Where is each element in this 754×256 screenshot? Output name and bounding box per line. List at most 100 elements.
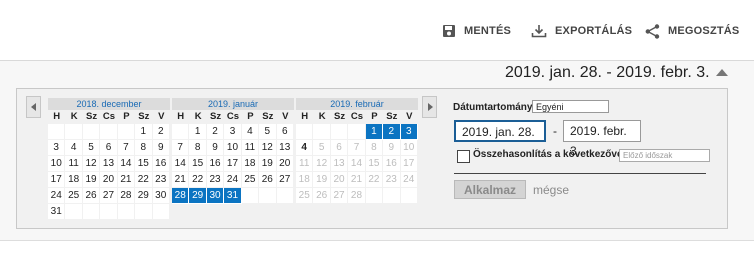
day-cell[interactable]: 23 [383, 172, 401, 188]
day-cell[interactable]: 16 [206, 156, 225, 172]
day-cell[interactable]: 7 [172, 140, 190, 156]
day-cell[interactable]: 5 [82, 140, 101, 156]
day-cell[interactable]: 10 [48, 156, 66, 172]
day-cell[interactable]: 27 [276, 172, 294, 188]
apply-button[interactable]: Alkalmaz [454, 180, 526, 199]
day-cell[interactable]: 25 [296, 188, 314, 204]
end-date-input[interactable]: 2019. febr. 3. [563, 120, 641, 158]
day-cell[interactable]: 20 [276, 156, 294, 172]
day-cell[interactable]: 18 [65, 172, 83, 188]
day-cell[interactable]: 28 [348, 188, 366, 204]
day-cell[interactable]: 22 [135, 172, 153, 188]
day-cell[interactable]: 14 [117, 156, 136, 172]
day-cell[interactable]: 6 [100, 140, 118, 156]
day-cell[interactable]: 26 [82, 188, 101, 204]
day-cell[interactable]: 29 [189, 188, 207, 204]
day-cell[interactable]: 29 [135, 188, 153, 204]
day-cell[interactable]: 31 [224, 188, 242, 204]
day-cell[interactable]: 11 [65, 156, 83, 172]
start-date-input[interactable]: 2019. jan. 28. [454, 120, 546, 142]
day-cell[interactable]: 20 [330, 172, 349, 188]
day-cell[interactable]: 19 [82, 172, 101, 188]
day-cell[interactable]: 27 [100, 188, 118, 204]
day-cell[interactable]: 30 [206, 188, 225, 204]
day-cell[interactable]: 11 [241, 140, 260, 156]
day-cell[interactable]: 12 [82, 156, 101, 172]
day-cell[interactable]: 24 [224, 172, 242, 188]
day-cell[interactable]: 10 [400, 140, 418, 156]
day-cell[interactable]: 15 [189, 156, 207, 172]
day-cell[interactable]: 5 [259, 124, 277, 140]
day-cell[interactable]: 26 [259, 172, 277, 188]
day-cell[interactable]: 2 [206, 124, 225, 140]
day-cell[interactable]: 6 [330, 140, 349, 156]
day-cell[interactable]: 10 [224, 140, 242, 156]
day-cell[interactable]: 28 [172, 188, 190, 204]
day-cell[interactable]: 8 [189, 140, 207, 156]
day-cell[interactable]: 27 [330, 188, 349, 204]
day-cell[interactable]: 30 [152, 188, 170, 204]
day-cell[interactable]: 19 [259, 156, 277, 172]
day-cell[interactable]: 11 [296, 156, 314, 172]
day-cell[interactable]: 12 [313, 156, 331, 172]
day-cell[interactable]: 14 [172, 156, 190, 172]
day-cell[interactable]: 3 [48, 140, 66, 156]
day-cell[interactable]: 12 [259, 140, 277, 156]
day-cell[interactable]: 21 [172, 172, 190, 188]
day-cell[interactable]: 1 [189, 124, 207, 140]
day-cell[interactable]: 17 [48, 172, 66, 188]
date-range-type-select[interactable]: Egyéni [532, 100, 609, 113]
day-cell[interactable]: 18 [241, 156, 260, 172]
day-cell[interactable]: 13 [330, 156, 349, 172]
day-cell[interactable]: 4 [65, 140, 83, 156]
date-range-display[interactable]: 2019. jan. 28. - 2019. febr. 3. [505, 64, 710, 82]
day-cell[interactable]: 3 [224, 124, 242, 140]
day-cell[interactable]: 13 [100, 156, 118, 172]
compare-checkbox[interactable] [457, 150, 470, 163]
day-cell[interactable]: 26 [313, 188, 331, 204]
day-cell[interactable]: 23 [152, 172, 170, 188]
day-cell[interactable]: 9 [206, 140, 225, 156]
day-cell[interactable]: 15 [135, 156, 153, 172]
day-cell[interactable]: 25 [241, 172, 260, 188]
day-cell[interactable]: 23 [206, 172, 225, 188]
day-cell[interactable]: 18 [296, 172, 314, 188]
day-cell[interactable]: 28 [117, 188, 136, 204]
day-cell[interactable]: 25 [65, 188, 83, 204]
day-cell[interactable]: 22 [189, 172, 207, 188]
day-cell[interactable]: 14 [348, 156, 366, 172]
share-button[interactable]: MEGOSZTÁS [645, 22, 739, 40]
day-cell[interactable]: 17 [400, 156, 418, 172]
day-cell[interactable]: 9 [152, 140, 170, 156]
day-cell[interactable]: 7 [348, 140, 366, 156]
day-cell[interactable]: 16 [152, 156, 170, 172]
day-cell[interactable]: 6 [276, 124, 294, 140]
day-cell[interactable]: 8 [365, 140, 384, 156]
export-button[interactable]: EXPORTÁLÁS [531, 22, 632, 40]
day-cell[interactable]: 15 [365, 156, 384, 172]
save-button[interactable]: MENTÉS [442, 22, 511, 40]
day-cell[interactable]: 24 [48, 188, 66, 204]
next-month-button[interactable] [422, 96, 437, 118]
day-cell[interactable]: 20 [100, 172, 118, 188]
day-cell[interactable]: 22 [365, 172, 384, 188]
compare-period-select[interactable]: Előző időszak [619, 149, 710, 162]
day-cell[interactable]: 19 [313, 172, 331, 188]
day-cell[interactable]: 21 [348, 172, 366, 188]
day-cell[interactable]: 1 [135, 124, 153, 140]
day-cell[interactable]: 4 [241, 124, 260, 140]
day-cell[interactable]: 13 [276, 140, 294, 156]
day-cell[interactable]: 8 [135, 140, 153, 156]
day-cell[interactable]: 1 [365, 124, 384, 140]
day-cell[interactable]: 21 [117, 172, 136, 188]
day-cell[interactable]: 7 [117, 140, 136, 156]
collapse-caret-icon[interactable] [716, 69, 728, 76]
day-cell[interactable]: 9 [383, 140, 401, 156]
day-cell[interactable]: 2 [152, 124, 170, 140]
day-cell[interactable]: 2 [383, 124, 401, 140]
day-cell[interactable]: 16 [383, 156, 401, 172]
day-cell[interactable]: 4 [296, 140, 314, 156]
day-cell[interactable]: 31 [48, 204, 66, 220]
previous-month-button[interactable] [26, 96, 41, 118]
cancel-link[interactable]: mégse [533, 183, 569, 197]
